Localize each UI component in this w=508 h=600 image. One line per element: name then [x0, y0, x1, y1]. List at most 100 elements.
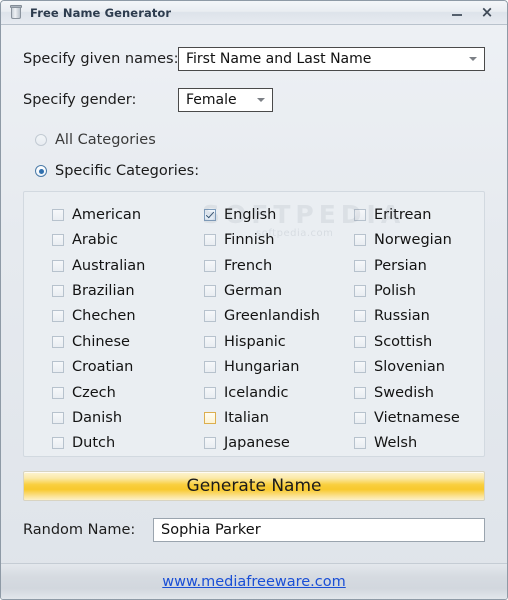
checkbox-label: Czech: [72, 384, 116, 401]
checkbox-label: Croatian: [72, 359, 134, 376]
categories-column-1: American Arabic Australian Brazilian Che…: [24, 202, 182, 456]
checkbox-item[interactable]: Italian: [204, 405, 334, 430]
radio-icon-unselected: [35, 134, 47, 146]
checkbox-icon[interactable]: [354, 310, 366, 323]
checkbox-label: English: [224, 206, 277, 223]
checkbox-icon[interactable]: [354, 234, 366, 247]
checkbox-icon[interactable]: [204, 361, 216, 374]
gender-select[interactable]: Female: [178, 88, 273, 112]
gender-value: Female: [186, 92, 237, 108]
checkbox-item[interactable]: German: [204, 278, 334, 303]
checkbox-icon[interactable]: [354, 284, 366, 297]
checkbox-item[interactable]: Slovenian: [354, 354, 484, 379]
checkbox-icon[interactable]: [52, 208, 64, 221]
checkbox-icon[interactable]: [354, 335, 366, 348]
radio-icon-selected: [35, 165, 47, 177]
checkbox-icon-hover[interactable]: [204, 411, 216, 424]
checkbox-label: Eritrean: [374, 206, 432, 223]
checkbox-item[interactable]: Croatian: [52, 354, 182, 379]
minimize-icon[interactable]: [449, 5, 465, 21]
radio-specific-categories-label: Specific Categories:: [55, 163, 200, 179]
random-name-row: Random Name: Sophia Parker: [23, 518, 485, 542]
checkbox-icon[interactable]: [354, 259, 366, 272]
checkbox-item[interactable]: Polish: [354, 278, 484, 303]
checkbox-icon[interactable]: [354, 208, 366, 221]
radio-all-categories[interactable]: All Categories: [35, 132, 485, 148]
random-name-input[interactable]: Sophia Parker: [153, 518, 485, 542]
checkbox-item[interactable]: Dutch: [52, 431, 182, 456]
gender-label: Specify gender:: [23, 92, 137, 108]
checkbox-item[interactable]: Russian: [354, 304, 484, 329]
categories-column-3: Eritrean Norwegian Persian Polish Russia…: [334, 202, 484, 456]
checkbox-icon[interactable]: [52, 411, 64, 424]
checkbox-icon[interactable]: [204, 284, 216, 297]
checkbox-icon[interactable]: [204, 335, 216, 348]
checkbox-item[interactable]: Japanese: [204, 431, 334, 456]
checkbox-item[interactable]: Danish: [52, 405, 182, 430]
gender-row: Specify gender: Female: [23, 88, 485, 112]
checkbox-item[interactable]: Australian: [52, 253, 182, 278]
website-link[interactable]: www.mediafreeware.com: [162, 574, 346, 590]
checkbox-item[interactable]: Finnish: [204, 227, 334, 252]
checkbox-icon[interactable]: [52, 259, 64, 272]
checkbox-item[interactable]: Czech: [52, 380, 182, 405]
checkbox-label: Finnish: [224, 232, 275, 249]
checkbox-label: Vietnamese: [374, 409, 460, 426]
checkbox-icon-checked[interactable]: [204, 208, 216, 221]
checkbox-label: Slovenian: [374, 359, 445, 376]
checkbox-item[interactable]: French: [204, 253, 334, 278]
checkbox-icon[interactable]: [52, 386, 64, 399]
radio-all-categories-label: All Categories: [55, 132, 156, 148]
checkbox-icon[interactable]: [204, 386, 216, 399]
checkbox-icon[interactable]: [52, 310, 64, 323]
checkbox-label: Russian: [374, 308, 430, 325]
checkbox-icon[interactable]: [354, 437, 366, 450]
checkbox-item[interactable]: Icelandic: [204, 380, 334, 405]
checkbox-item[interactable]: American: [52, 202, 182, 227]
checkbox-item[interactable]: Chinese: [52, 329, 182, 354]
checkbox-label: Japanese: [224, 435, 290, 452]
checkbox-item[interactable]: Arabic: [52, 227, 182, 252]
checkbox-icon[interactable]: [52, 437, 64, 450]
checkbox-icon[interactable]: [204, 437, 216, 450]
checkbox-label: Chinese: [72, 333, 130, 350]
checkbox-label: French: [224, 257, 273, 274]
checkbox-icon[interactable]: [52, 361, 64, 374]
checkbox-item[interactable]: Greenlandish: [204, 304, 334, 329]
checkbox-item[interactable]: English: [204, 202, 334, 227]
close-icon[interactable]: ×: [479, 4, 495, 21]
chevron-down-icon: [257, 98, 265, 102]
checkbox-icon[interactable]: [52, 234, 64, 247]
checkbox-item[interactable]: Persian: [354, 253, 484, 278]
radio-specific-categories[interactable]: Specific Categories:: [35, 163, 485, 179]
checkbox-item[interactable]: Scottish: [354, 329, 484, 354]
given-names-select[interactable]: First Name and Last Name: [178, 47, 485, 71]
app-window: Free Name Generator × Specify given name…: [0, 0, 508, 600]
checkbox-label: Scottish: [374, 333, 433, 350]
checkbox-icon[interactable]: [204, 234, 216, 247]
checkbox-item[interactable]: Hispanic: [204, 329, 334, 354]
window-title: Free Name Generator: [30, 5, 172, 20]
checkbox-item[interactable]: Brazilian: [52, 278, 182, 303]
checkbox-item[interactable]: Hungarian: [204, 354, 334, 379]
generate-name-button[interactable]: Generate Name: [23, 471, 485, 501]
checkbox-item[interactable]: Eritrean: [354, 202, 484, 227]
checkbox-icon[interactable]: [354, 411, 366, 424]
checkbox-item[interactable]: Swedish: [354, 380, 484, 405]
checkbox-icon[interactable]: [52, 335, 64, 348]
checkbox-icon[interactable]: [52, 284, 64, 297]
checkbox-label: Arabic: [72, 232, 118, 249]
checkbox-label: Hispanic: [224, 333, 286, 350]
given-names-row: Specify given names: First Name and Last…: [23, 47, 485, 71]
checkbox-item[interactable]: Vietnamese: [354, 405, 484, 430]
checkbox-item[interactable]: Welsh: [354, 431, 484, 456]
checkbox-icon[interactable]: [204, 310, 216, 323]
checkbox-label: Greenlandish: [224, 308, 320, 325]
checkbox-label: Hungarian: [224, 359, 300, 376]
checkbox-label: Polish: [374, 282, 416, 299]
checkbox-icon[interactable]: [204, 259, 216, 272]
checkbox-icon[interactable]: [354, 361, 366, 374]
checkbox-icon[interactable]: [354, 386, 366, 399]
checkbox-item[interactable]: Norwegian: [354, 227, 484, 252]
checkbox-item[interactable]: Chechen: [52, 304, 182, 329]
